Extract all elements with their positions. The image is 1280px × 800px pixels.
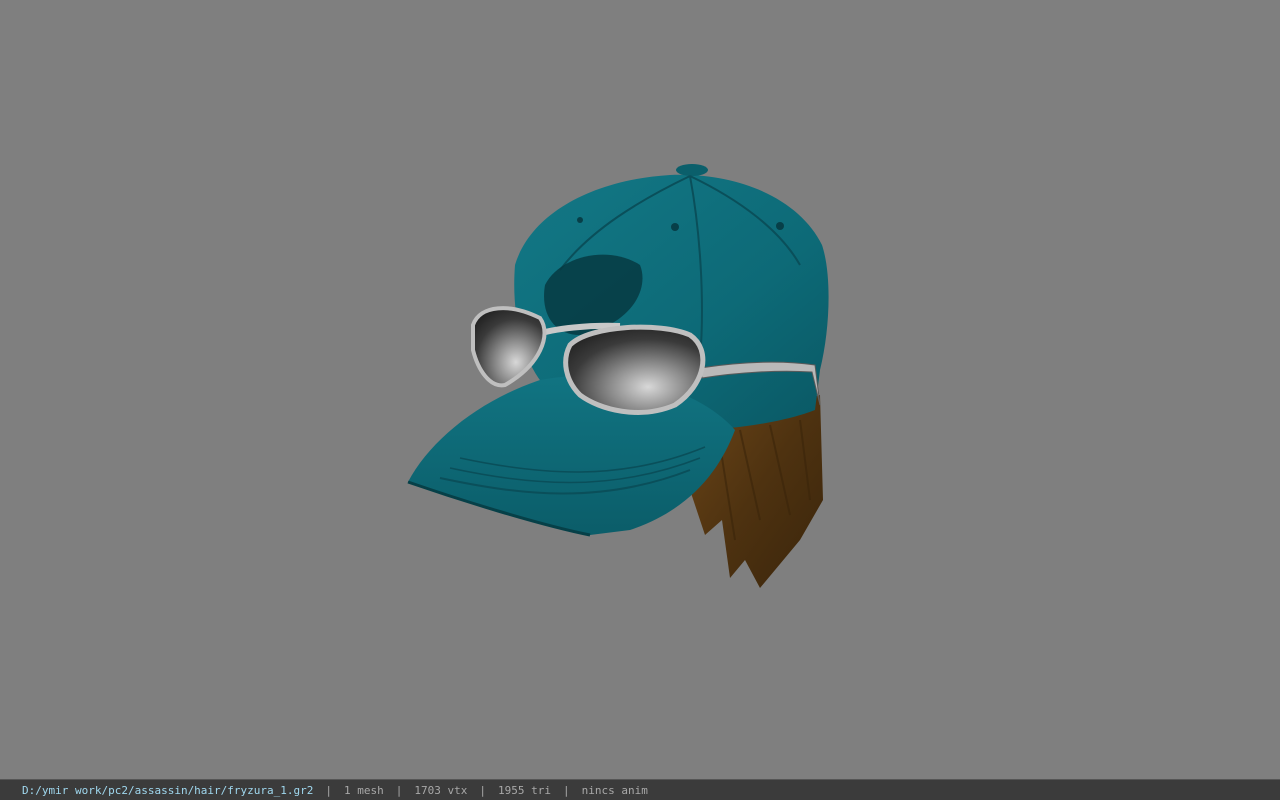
separator: |	[395, 783, 403, 797]
triangle-count: 1955 tri	[498, 783, 551, 797]
model-render	[407, 164, 829, 588]
mesh-count: 1 mesh	[344, 783, 384, 797]
status-bar: D:/ymir work/pc2/assassin/hair/fryzura_1…	[0, 779, 1280, 800]
separator: |	[479, 783, 487, 797]
vertex-count: 1703 vtx	[414, 783, 468, 797]
separator: |	[325, 783, 333, 797]
3d-viewport[interactable]	[0, 0, 1280, 779]
separator: |	[563, 783, 570, 797]
file-path: D:/ymir work/pc2/assassin/hair/fryzura_1…	[22, 783, 314, 797]
animation-status: nincs anim	[581, 783, 648, 797]
